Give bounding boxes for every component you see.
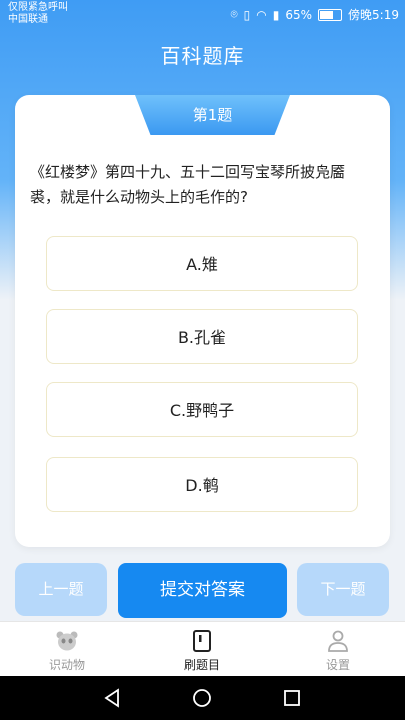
wifi-icon: ◠: [256, 7, 267, 22]
bottom-nav: 识动物 刷题目 设置: [0, 621, 405, 676]
person-icon: [328, 630, 348, 652]
location-icon: ⌾: [230, 7, 238, 21]
nav-label-settings: 设置: [325, 658, 350, 672]
question-text: 《红楼梦》第四十九、五十二回写宝琴所披凫靥裘，就是什么动物头上的毛作的?: [30, 163, 346, 206]
vibrate-icon: ▯: [243, 7, 251, 22]
status-bar: 仅限紧急呼叫 中国联通 ⌾ ▯ ◠ ▮ 65% 傍晚5:19: [0, 0, 405, 28]
question-number-tab: 第1题: [135, 95, 290, 135]
next-question-button[interactable]: 下一题: [297, 563, 389, 616]
panda-icon: [56, 631, 78, 651]
nav-label-quiz: 刷题目: [183, 658, 220, 672]
back-icon[interactable]: [102, 688, 122, 708]
book-icon: [193, 630, 211, 652]
battery-icon: [318, 8, 343, 21]
page-title: 百科题库: [160, 44, 245, 68]
clock: 傍晚5:19: [348, 8, 399, 22]
nav-label-animals: 识动物: [48, 658, 85, 672]
carrier-info: 仅限紧急呼叫 中国联通: [8, 2, 68, 26]
signal-icon: ▮: [272, 7, 280, 22]
submit-answer-button[interactable]: 提交对答案: [118, 563, 287, 618]
nav-item-settings[interactable]: 设置: [298, 622, 378, 676]
status-right: ⌾ ▯ ◠ ▮ 65% 傍晚5:19: [230, 6, 399, 23]
option-c[interactable]: C.野鸭子: [46, 382, 358, 437]
option-b[interactable]: B.孔雀: [46, 309, 358, 364]
system-nav-bar: [0, 676, 405, 720]
nav-item-animals[interactable]: 识动物: [27, 622, 107, 676]
battery-percent: 65%: [285, 7, 313, 22]
option-a[interactable]: A.雉: [46, 236, 358, 291]
nav-item-quiz[interactable]: 刷题目: [162, 622, 242, 676]
home-icon[interactable]: [192, 688, 212, 708]
carrier-line-2: 中国联通: [8, 14, 48, 25]
recents-icon[interactable]: [282, 688, 302, 708]
carrier-line-1: 仅限紧急呼叫: [8, 2, 68, 13]
prev-question-button[interactable]: 上一题: [15, 563, 107, 616]
option-d[interactable]: D.鹌: [46, 457, 358, 512]
